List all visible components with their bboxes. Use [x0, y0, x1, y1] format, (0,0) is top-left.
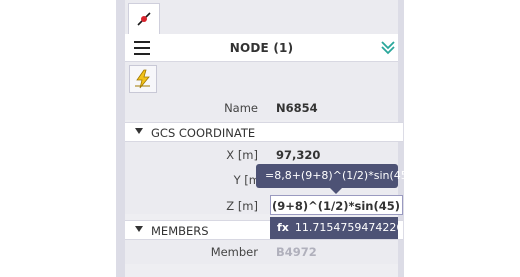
- tab-bar: [125, 0, 398, 34]
- name-value[interactable]: N6854: [276, 101, 318, 115]
- collapse-triangle-icon[interactable]: [135, 226, 143, 232]
- name-row: Name N6854: [125, 96, 398, 120]
- lightning-tool-button[interactable]: [129, 65, 157, 93]
- member-value[interactable]: B4972: [276, 245, 317, 259]
- member-label: Member: [210, 245, 258, 259]
- gcs-coordinate-title: GCS COORDINATE: [151, 126, 256, 140]
- panel-left-edge: [116, 0, 125, 277]
- tab-node[interactable]: [128, 3, 160, 34]
- x-label: X [m]: [226, 148, 258, 162]
- lightning-tool-icon: [135, 69, 150, 89]
- tool-row: [125, 62, 398, 96]
- formula-tooltip-arrow: [330, 188, 342, 194]
- name-label: Name: [224, 101, 258, 115]
- fx-label: fx: [277, 221, 289, 234]
- formula-result: fx 11.71547594742265: [270, 217, 410, 239]
- member-row: Member B4972: [125, 240, 398, 264]
- formula-tooltip: =8,8+(9+8)^(1/2)*sin(45): [256, 164, 412, 188]
- gcs-coordinate-section[interactable]: GCS COORDINATE: [125, 122, 403, 142]
- z-value-input-text: 8,8+(9+8)^(1/2)*sin(45): [271, 199, 400, 213]
- z-value-input[interactable]: 8,8+(9+8)^(1/2)*sin(45): [270, 195, 403, 215]
- chevron-down-icon[interactable]: [380, 39, 396, 55]
- node-icon: [137, 12, 151, 26]
- panel-title: NODE (1): [229, 41, 294, 55]
- collapse-triangle-icon[interactable]: [135, 128, 143, 134]
- members-title: MEMBERS: [151, 224, 209, 238]
- z-label: Z [m]: [226, 199, 258, 213]
- x-value[interactable]: 97,320: [276, 148, 320, 162]
- formula-result-value: 11.71547594742265: [294, 221, 411, 234]
- panel-header: NODE (1): [125, 34, 398, 62]
